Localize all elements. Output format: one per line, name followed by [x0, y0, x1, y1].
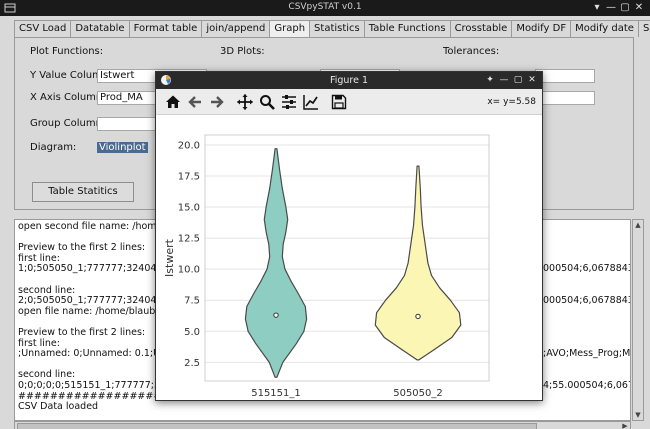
output-line-continuation: 000504;6,0678843;1;1: [543, 295, 630, 307]
violin-plot[interactable]: 2.5 5.0 7.5 10.0 12.5 15.0 17.5 20.0 515151_1 505…: [156, 115, 542, 401]
diagram-label: Diagram:: [30, 142, 77, 153]
cursor-coordinates: x= y=5.58: [487, 97, 536, 107]
edit-axis-icon[interactable]: [302, 93, 320, 111]
y-tick-label: 15.0: [178, 203, 200, 214]
scroll-up-icon[interactable]: ▲: [633, 220, 643, 230]
tab-save-csv[interactable]: Save CSV: [637, 20, 650, 37]
output-line-continuation: 000504;6,0678843;1;1: [543, 263, 630, 275]
close-button[interactable]: ✕: [632, 1, 646, 15]
figure-titlebar: Figure 1 ✦ — ▢ ✕: [156, 72, 542, 89]
group-column-label: Group Column:: [30, 118, 106, 129]
tolerances-heading: Tolerances:: [443, 46, 500, 57]
3d-plots-heading: 3D Plots:: [220, 46, 265, 57]
y-tick-label: 20.0: [178, 140, 200, 151]
plot-functions-heading: Plot Functions:: [30, 46, 104, 57]
minimize-button[interactable]: —: [604, 1, 618, 15]
scroll-down-icon[interactable]: ▼: [633, 410, 643, 420]
horizontal-scroll-thumb[interactable]: [17, 423, 537, 429]
tab-join-append[interactable]: join/append: [201, 20, 271, 37]
plot-area: [205, 135, 489, 381]
save-icon[interactable]: [330, 93, 348, 111]
y-tick-label: 12.5: [178, 234, 200, 245]
x-axis-label: Prod_MA: [324, 399, 371, 401]
y-tick-label: 2.5: [184, 358, 200, 369]
tab-crosstable[interactable]: Crosstable: [449, 20, 513, 37]
x-tick-label: 505050_2: [393, 388, 443, 399]
maximize-button[interactable]: ▢: [618, 1, 632, 15]
figure-pin-button[interactable]: ✦: [484, 74, 496, 87]
configure-subplots-icon[interactable]: [280, 93, 298, 111]
figure-minimize-button[interactable]: —: [498, 74, 510, 87]
y-axis-label: Istwert: [163, 238, 176, 277]
pan-icon[interactable]: [236, 93, 254, 111]
table-statistics-button[interactable]: Table Statitics: [32, 182, 134, 202]
x-axis-label: X Axis Column:: [30, 92, 106, 103]
tab-statistics[interactable]: Statistics: [309, 20, 365, 37]
tab-graph[interactable]: Graph: [269, 20, 311, 37]
diagram-selected-value: Violinplot: [97, 142, 148, 153]
median-marker: [273, 312, 279, 318]
y-tick-label: 10.0: [178, 265, 200, 276]
tab-csv-load[interactable]: CSV Load: [14, 20, 72, 37]
forward-arrow-icon[interactable]: [208, 93, 226, 111]
window-menu-button[interactable]: ▾: [590, 1, 604, 15]
output-horizontal-scrollbar[interactable]: ▶: [14, 421, 631, 429]
output-line-continuation: ;AVO;Mess_Prog;Me: [543, 348, 631, 360]
back-arrow-icon[interactable]: [186, 93, 204, 111]
window-title: CSVpySTAT v0.1: [288, 2, 362, 12]
zoom-icon[interactable]: [258, 93, 276, 111]
tab-format-table[interactable]: Format table: [128, 20, 203, 37]
screen: CSVpySTAT v0.1 ▾ — ▢ ✕ CSV Load Datatable…: [0, 0, 650, 429]
y-tick-label: 17.5: [178, 172, 200, 183]
tolerance-upper-field[interactable]: [535, 69, 595, 83]
output-line-continuation: 4;55.000504;6,06788: [543, 380, 630, 391]
figure-maximize-button[interactable]: ▢: [512, 74, 524, 87]
output-vertical-scrollbar[interactable]: ▲ ▼: [632, 219, 644, 421]
figure-close-button[interactable]: ✕: [526, 74, 538, 87]
tolerance-lower-field[interactable]: [535, 91, 595, 105]
y-tick-label: 7.5: [184, 296, 200, 307]
tab-modify-df[interactable]: Modify DF: [511, 20, 572, 37]
tab-datatable[interactable]: Datatable: [70, 20, 130, 37]
tab-table-functions[interactable]: Table Functions: [363, 20, 451, 37]
median-marker: [415, 313, 421, 320]
output-line: CSV Data loaded: [18, 401, 99, 413]
figure-toolbar: x= y=5.58: [156, 89, 542, 115]
tab-modify-date[interactable]: Modify date: [570, 20, 639, 37]
figure-window: Figure 1 ✦ — ▢ ✕ x= y=5.58 2.5 5.0 7.5 1…: [155, 71, 543, 401]
main-titlebar: CSVpySTAT v0.1 ▾ — ▢ ✕: [0, 0, 650, 16]
x-tick-label: 515151_1: [251, 388, 301, 399]
scroll-right-icon[interactable]: ▶: [620, 422, 630, 429]
tab-bar: CSV Load Datatable Format table join/append…: [14, 20, 650, 37]
y-tick-label: 5.0: [184, 327, 200, 338]
home-icon[interactable]: [164, 93, 182, 111]
